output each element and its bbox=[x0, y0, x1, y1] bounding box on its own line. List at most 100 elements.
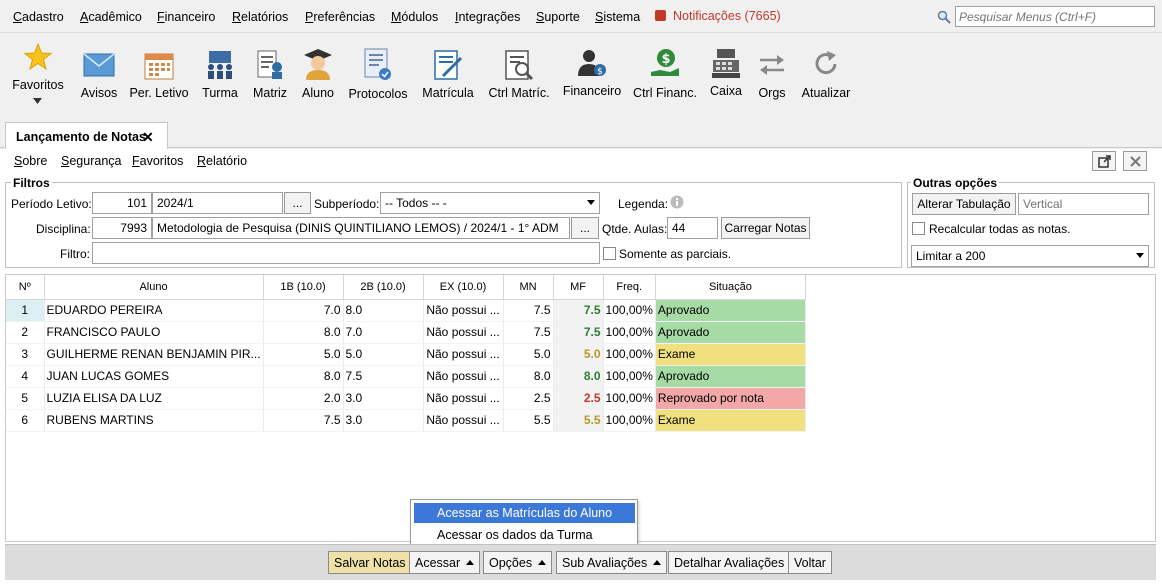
detach-window-button[interactable] bbox=[1092, 151, 1116, 171]
menu-integracoes[interactable]: Integrações bbox=[455, 10, 520, 24]
menu-financeiro[interactable]: Financeiro bbox=[157, 10, 215, 24]
notifications-link[interactable]: Notificações (7665) bbox=[673, 9, 781, 23]
info-icon[interactable] bbox=[670, 195, 684, 209]
cell-freq[interactable]: 100,00% bbox=[603, 387, 656, 410]
subperiodo-select[interactable]: -- Todos -- - bbox=[380, 192, 600, 214]
alterar-tabulacao-button[interactable]: Alterar Tabulação bbox=[912, 193, 1016, 215]
cell-freq[interactable]: 100,00% bbox=[603, 365, 656, 388]
cell-1b[interactable]: 2.0 bbox=[263, 387, 344, 410]
toolbar-caixa-button[interactable]: Caixa bbox=[706, 33, 746, 117]
opcoes-button[interactable]: Opções bbox=[483, 551, 553, 574]
toolbar-favoritos-button[interactable]: Favoritos bbox=[8, 33, 68, 117]
disciplina-field[interactable]: Metodologia de Pesquisa (DINIS QUINTILIA… bbox=[152, 217, 570, 239]
close-icon[interactable]: ✕ bbox=[142, 129, 154, 146]
column-header-situacao[interactable]: Situação bbox=[655, 275, 806, 300]
cell-1b[interactable]: 8.0 bbox=[263, 365, 344, 388]
somente-parciais-checkbox[interactable] bbox=[603, 247, 616, 260]
salvar-notas-button[interactable]: Salvar Notas bbox=[328, 551, 412, 574]
table-row[interactable]: 1 EDUARDO PEREIRA 7.0 8.0 Não possui ... 7.5 7… bbox=[6, 299, 806, 322]
table-row[interactable]: 5 LUZIA ELISA DA LUZ 2.0 3.0 Não possui ... 2… bbox=[6, 387, 806, 410]
toolbar-per-letivo-button[interactable]: Per. Letivo bbox=[128, 33, 190, 117]
cell-mn[interactable]: 5.5 bbox=[503, 409, 554, 432]
menu-modulos[interactable]: Módulos bbox=[391, 10, 438, 24]
toolbar-aluno-button[interactable]: Aluno bbox=[298, 33, 338, 117]
cell-n[interactable]: 3 bbox=[6, 343, 45, 366]
cell-mf[interactable]: 5.5 bbox=[553, 409, 604, 432]
qtde-aulas-field[interactable]: 44 bbox=[667, 217, 718, 239]
cell-n[interactable]: 1 bbox=[6, 299, 45, 322]
cell-aluno[interactable]: RUBENS MARTINS bbox=[44, 409, 264, 432]
acessar-button[interactable]: Acessar bbox=[409, 551, 481, 574]
submenu-favoritos[interactable]: Favoritos bbox=[132, 154, 183, 168]
cell-2b[interactable]: 3.0 bbox=[343, 409, 424, 432]
submenu-relatorio[interactable]: Relatório bbox=[197, 154, 247, 168]
cell-aluno[interactable]: EDUARDO PEREIRA bbox=[44, 299, 264, 322]
cell-2b[interactable]: 8.0 bbox=[343, 299, 424, 322]
cell-1b[interactable]: 7.5 bbox=[263, 409, 344, 432]
menu-item-acessar-turma[interactable]: Acessar os dados da Turma bbox=[414, 525, 635, 545]
cell-situacao[interactable]: Exame bbox=[655, 343, 806, 366]
limitar-select[interactable]: Limitar a 200 bbox=[911, 245, 1149, 267]
submenu-sobre[interactable]: Sobre bbox=[14, 154, 47, 168]
search-input[interactable] bbox=[955, 6, 1155, 27]
periodo-browse-button[interactable]: ... bbox=[284, 192, 311, 214]
toolbar-matricula-button[interactable]: Matrícula bbox=[418, 33, 478, 117]
column-header-n[interactable]: Nº bbox=[6, 275, 45, 300]
cell-mf[interactable]: 2.5 bbox=[553, 387, 604, 410]
cell-situacao[interactable]: Aprovado bbox=[655, 365, 806, 388]
cell-freq[interactable]: 100,00% bbox=[603, 409, 656, 432]
column-header-freq[interactable]: Freq. bbox=[603, 275, 656, 300]
cell-n[interactable]: 5 bbox=[6, 387, 45, 410]
sub-avaliacoes-button[interactable]: Sub Avaliações bbox=[556, 551, 668, 574]
carregar-notas-button[interactable]: Carregar Notas bbox=[721, 217, 810, 239]
cell-mf[interactable]: 5.0 bbox=[553, 343, 604, 366]
cell-mn[interactable]: 7.5 bbox=[503, 299, 554, 322]
cell-ex[interactable]: Não possui ... bbox=[423, 387, 504, 410]
menu-academico[interactable]: Acadêmico bbox=[80, 10, 142, 24]
cell-1b[interactable]: 8.0 bbox=[263, 321, 344, 344]
cell-n[interactable]: 6 bbox=[6, 409, 45, 432]
cell-ex[interactable]: Não possui ... bbox=[423, 409, 504, 432]
cell-mn[interactable]: 5.0 bbox=[503, 343, 554, 366]
cell-situacao[interactable]: Aprovado bbox=[655, 299, 806, 322]
toolbar-ctrl-financ-button[interactable]: $ Ctrl Financ. bbox=[632, 33, 698, 117]
cell-1b[interactable]: 7.0 bbox=[263, 299, 344, 322]
cell-ex[interactable]: Não possui ... bbox=[423, 299, 504, 322]
cell-n[interactable]: 2 bbox=[6, 321, 45, 344]
recalcular-checkbox[interactable] bbox=[912, 222, 925, 235]
menu-preferencias[interactable]: Preferências bbox=[305, 10, 375, 24]
cell-mn[interactable]: 8.0 bbox=[503, 365, 554, 388]
toolbar-turma-button[interactable]: Turma bbox=[200, 33, 240, 117]
cell-mn[interactable]: 7.5 bbox=[503, 321, 554, 344]
tab-lancamento-de-notas[interactable]: Lançamento de Notas ✕ bbox=[5, 122, 168, 149]
notification-icon[interactable] bbox=[655, 10, 666, 21]
toolbar-protocolos-button[interactable]: Protocolos bbox=[346, 33, 410, 117]
periodo-field[interactable]: 2024/1 bbox=[152, 192, 283, 214]
detalhar-avaliacoes-button[interactable]: Detalhar Avaliações bbox=[668, 551, 791, 574]
menu-sistema[interactable]: Sistema bbox=[595, 10, 640, 24]
cell-freq[interactable]: 100,00% bbox=[603, 321, 656, 344]
toolbar-atualizar-button[interactable]: Atualizar bbox=[800, 33, 852, 117]
filtro-input[interactable] bbox=[92, 242, 600, 264]
column-header-2b[interactable]: 2B (10.0) bbox=[343, 275, 424, 300]
cell-situacao[interactable]: Exame bbox=[655, 409, 806, 432]
disciplina-browse-button[interactable]: ... bbox=[571, 217, 599, 239]
column-header-ex[interactable]: EX (10.0) bbox=[423, 275, 504, 300]
cell-mn[interactable]: 2.5 bbox=[503, 387, 554, 410]
menu-item-acessar-matriculas[interactable]: Acessar as Matrículas do Aluno bbox=[414, 503, 635, 523]
cell-freq[interactable]: 100,00% bbox=[603, 299, 656, 322]
column-header-mn[interactable]: MN bbox=[503, 275, 554, 300]
cell-mf[interactable]: 7.5 bbox=[553, 299, 604, 322]
table-row[interactable]: 6 RUBENS MARTINS 7.5 3.0 Não possui ... 5.5 5.… bbox=[6, 409, 806, 432]
cell-ex[interactable]: Não possui ... bbox=[423, 343, 504, 366]
cell-situacao[interactable]: Aprovado bbox=[655, 321, 806, 344]
cell-mf[interactable]: 8.0 bbox=[553, 365, 604, 388]
cell-aluno[interactable]: GUILHERME RENAN BENJAMIN PIR... bbox=[44, 343, 264, 366]
toolbar-ctrl-matric-button[interactable]: Ctrl Matríc. bbox=[486, 33, 552, 117]
cell-aluno[interactable]: LUZIA ELISA DA LUZ bbox=[44, 387, 264, 410]
cell-1b[interactable]: 5.0 bbox=[263, 343, 344, 366]
submenu-seguranca[interactable]: Segurança bbox=[61, 154, 121, 168]
toolbar-avisos-button[interactable]: Avisos bbox=[78, 33, 120, 117]
periodo-code-field[interactable]: 101 bbox=[92, 192, 152, 214]
cell-2b[interactable]: 3.0 bbox=[343, 387, 424, 410]
